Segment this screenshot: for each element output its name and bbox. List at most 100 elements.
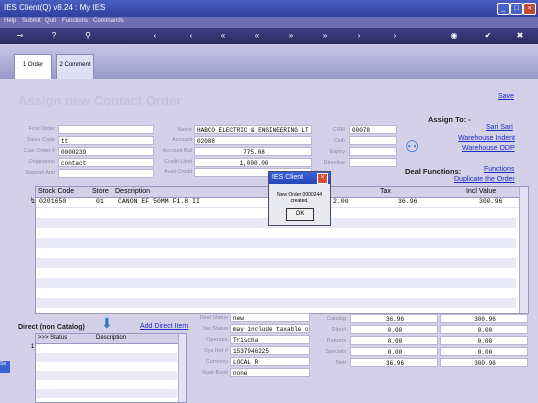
- field-label: Deposit Amt: [25, 170, 55, 176]
- field-label: Operator: [206, 337, 228, 343]
- forward-icon[interactable]: »: [286, 31, 296, 41]
- toolbar: ⊸ ? ⚲ ‹ ‹ « « » » › › ◉ ✔ ✖: [0, 28, 538, 44]
- crm-field[interactable]: 00078: [349, 125, 397, 134]
- direct-grid-scrollbar[interactable]: [178, 334, 186, 402]
- duplicate-order-link[interactable]: Duplicate the Order: [454, 176, 515, 183]
- menu-help[interactable]: Help: [4, 18, 16, 24]
- end-icon[interactable]: ›: [390, 31, 400, 41]
- empty-row: [36, 298, 516, 308]
- next-icon[interactable]: ›: [354, 31, 364, 41]
- tax-cell: 36.96: [398, 198, 418, 205]
- side-tab[interactable]: Se: [0, 361, 10, 373]
- minimize-icon[interactable]: _: [497, 3, 510, 15]
- add-direct-item-link[interactable]: Add Direct Item: [140, 323, 188, 330]
- header-stock-code: Stock Code: [38, 188, 75, 195]
- menu-submit[interactable]: Submit: [22, 18, 41, 24]
- stock-code-cell[interactable]: 0201650: [39, 198, 66, 205]
- sales-code-field[interactable]: tt: [58, 136, 154, 145]
- tax-status-field: may include taxable o: [230, 324, 310, 333]
- field-label: Tax Status: [202, 326, 228, 332]
- header-incl-value: Incl Value: [466, 188, 497, 195]
- field-label: Nett: [335, 360, 346, 366]
- expiry-field[interactable]: [349, 147, 397, 156]
- globe-icon[interactable]: ◉: [449, 31, 459, 41]
- catalog-tax-total: 36.96: [350, 314, 438, 323]
- direct-items-grid[interactable]: >>> Status Description: [35, 333, 187, 403]
- origination-field[interactable]: contact: [58, 158, 154, 167]
- previous-icon[interactable]: ‹: [186, 31, 196, 41]
- last-icon[interactable]: »: [320, 31, 330, 41]
- menu-bar: Help Submit Quit Functions Commands: [0, 17, 538, 28]
- functions-link[interactable]: Functions: [484, 166, 514, 173]
- menu-quit[interactable]: Quit: [45, 18, 56, 24]
- field-label: Specials: [325, 349, 346, 355]
- assign-to-title: Assign To: -: [428, 115, 471, 124]
- nett-incl-total: 300.96: [440, 358, 528, 367]
- back-icon[interactable]: ‹: [150, 31, 160, 41]
- empty-row: [36, 389, 177, 398]
- header-store: Store: [92, 188, 109, 195]
- close-icon[interactable]: ×: [523, 3, 536, 15]
- grid-scrollbar[interactable]: [519, 187, 528, 313]
- tab-row: 1 Order 2 Comment: [0, 44, 538, 81]
- club-field[interactable]: [349, 136, 397, 145]
- returns-incl-total: 0.00: [440, 336, 528, 345]
- ok-button[interactable]: OK: [286, 208, 314, 221]
- field-label: Rate Book: [202, 370, 228, 376]
- rate-book-field: none: [230, 368, 310, 377]
- row-index: 1: [31, 344, 35, 350]
- down-arrow-icon: ⬇: [101, 315, 113, 331]
- account-field[interactable]: 02088: [194, 136, 312, 145]
- incl-value-cell: 300.96: [479, 198, 503, 205]
- deposit-amt-field[interactable]: [58, 169, 154, 178]
- empty-row: [36, 278, 516, 288]
- description-cell[interactable]: CANON EF 50MM F1.8 II: [118, 198, 200, 205]
- dialog-message: New Order 0000244 created.: [276, 192, 323, 204]
- field-label: First Order: [28, 126, 55, 132]
- first-order-field[interactable]: [58, 125, 154, 134]
- empty-row: [36, 258, 516, 268]
- customer-name-field[interactable]: HABCO ELECTRIC & ENGINEERING LT: [194, 125, 312, 134]
- qty-cell[interactable]: 2.00: [333, 198, 349, 205]
- field-label: Sales Code: [26, 137, 55, 143]
- help-icon[interactable]: ?: [49, 31, 59, 41]
- assign-link-warehouse-odp[interactable]: Warehouse ODP: [462, 145, 515, 152]
- key-icon[interactable]: ⊸: [12, 31, 28, 41]
- field-label: Expiry: [329, 149, 345, 155]
- store-cell[interactable]: 01: [96, 198, 104, 205]
- menu-commands[interactable]: Commands: [93, 18, 124, 24]
- currency-field: LOCAL R: [230, 357, 310, 366]
- dialog-title-bar: IES Client ×: [269, 172, 330, 184]
- search-icon[interactable]: ⚲: [83, 31, 93, 41]
- field-label: Name: [177, 127, 192, 133]
- save-link[interactable]: Save: [498, 93, 514, 100]
- field-label: Deal Status: [199, 315, 228, 321]
- maximize-icon[interactable]: □: [510, 3, 523, 15]
- assign-link-warehouse-indent[interactable]: Warehouse Indent: [458, 135, 515, 142]
- tab-order[interactable]: 1 Order: [14, 54, 52, 81]
- header-description: Description: [96, 335, 127, 341]
- rewind-icon[interactable]: «: [252, 31, 262, 41]
- close-icon[interactable]: ×: [317, 173, 328, 184]
- direct-incl-total: 0.00: [440, 325, 528, 334]
- link-icon[interactable]: ⚇: [405, 137, 419, 157]
- assign-link-sari-sari[interactable]: Sari Sari: [486, 124, 513, 131]
- field-label: Directive: [323, 160, 345, 166]
- menu-functions[interactable]: Functions: [62, 18, 88, 24]
- credit-limit-field: 1,000.00: [194, 158, 312, 167]
- returns-tax-total: 0.00: [350, 336, 438, 345]
- title-bar: IES Client(Q) v8.24 : My IES _ □ ×: [0, 0, 538, 17]
- field-label: Catalog: [327, 316, 346, 322]
- submit-icon[interactable]: ✔: [483, 31, 493, 41]
- cancel-icon[interactable]: ✖: [515, 31, 525, 41]
- deal-status-field: new: [230, 313, 310, 322]
- field-label: Club: [333, 138, 345, 144]
- empty-row: [36, 238, 516, 248]
- first-icon[interactable]: «: [218, 31, 228, 41]
- directive-field[interactable]: [349, 158, 397, 167]
- tab-comment[interactable]: 2 Comment: [56, 54, 94, 81]
- empty-row: [36, 371, 177, 380]
- direct-tax-total: 0.00: [350, 325, 438, 334]
- direct-grid-header: >>> Status Description: [36, 334, 186, 344]
- cust-order-field[interactable]: 0000239: [58, 147, 154, 156]
